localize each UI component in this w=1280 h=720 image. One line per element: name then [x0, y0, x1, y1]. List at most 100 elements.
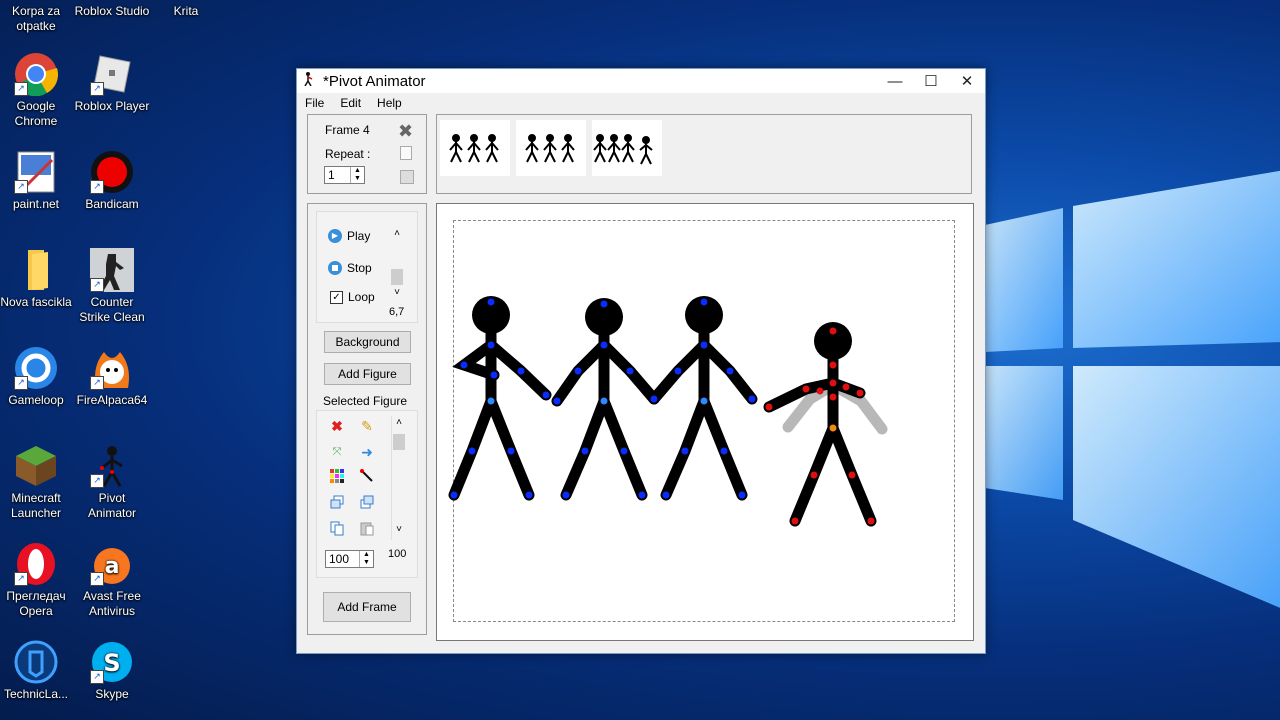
desktop-icon-label: Skype — [95, 687, 129, 701]
selected-figure-label: Selected Figure — [323, 394, 408, 408]
desktop-icon-label: TechnicLa... — [3, 687, 69, 701]
scroll-thumb[interactable] — [391, 269, 403, 285]
technic-icon — [14, 640, 58, 684]
timeline-frame-3[interactable] — [592, 120, 662, 176]
desktop-icon-firealpaca[interactable]: ↗ FireAlpaca64 — [74, 346, 150, 408]
desktop-icon-roblox-player[interactable]: ↗ Roblox Player — [74, 52, 150, 114]
chevron-up-icon[interactable]: ˄ — [389, 227, 405, 241]
desktop-icon-krita[interactable]: Krita — [148, 4, 224, 19]
desktop-icon-recycle-bin[interactable]: Korpa za otpatke — [0, 4, 74, 34]
loop-checkbox[interactable]: ✓ Loop — [330, 290, 375, 304]
window-title: *Pivot Animator — [323, 72, 426, 90]
desktop-icon-pivot[interactable]: ↗ Pivot Animator — [74, 444, 150, 521]
close-button[interactable]: ✕ — [949, 72, 985, 90]
desktop-icon-roblox-studio[interactable]: Roblox Studio — [74, 4, 150, 19]
timeline-frame-1[interactable] — [440, 120, 510, 176]
center-figure-icon[interactable]: ⤧ — [327, 442, 347, 462]
desktop-icon-label: Counter Strike Clean — [79, 295, 145, 324]
stop-label: Stop — [347, 261, 372, 275]
title-bar[interactable]: *Pivot Animator — ☐ ✕ — [297, 69, 985, 93]
desktop-icon-label: Pivot Animator — [87, 491, 137, 520]
pivot-app-icon — [303, 72, 317, 90]
background-button[interactable]: Background — [324, 331, 411, 353]
desktop-icon-label: Nova fascikla — [0, 295, 72, 309]
chevron-down-icon[interactable]: ˅ — [392, 524, 406, 535]
desktop-icon-label: Korpa za otpatke — [11, 4, 61, 33]
timeline-frame-2[interactable] — [516, 120, 586, 176]
delete-figure-icon[interactable]: ✖ — [327, 416, 347, 436]
scale-value: 100 — [329, 552, 350, 566]
frame-label: Frame 4 — [325, 123, 370, 137]
avast-icon: a ↗ — [90, 542, 134, 586]
flip-figure-icon[interactable]: ➜ — [357, 442, 377, 462]
paintnet-icon: ↗ — [14, 150, 58, 194]
stop-button[interactable]: Stop — [328, 261, 372, 275]
paste-figure-icon[interactable] — [357, 520, 377, 540]
desktop-icon-skype[interactable]: S ↗ Skype — [74, 640, 150, 702]
stage-figures[interactable] — [436, 203, 972, 639]
desktop-icon-label: Roblox Studio — [74, 4, 150, 18]
frame-thumbnail — [449, 134, 499, 163]
desktop-icon-chrome[interactable]: ↗ Google Chrome — [0, 52, 74, 129]
desktop-icon-folder[interactable]: Nova fascikla — [0, 248, 74, 310]
repeat-value: 1 — [328, 168, 335, 182]
skype-icon: S ↗ — [90, 640, 134, 684]
desktop-icon-label: Krita — [173, 4, 199, 18]
add-frame-button[interactable]: Add Frame — [323, 592, 411, 622]
desktop-icon-paintnet[interactable]: ↗ paint.net — [0, 150, 74, 212]
desktop-icon-label: Bandicam — [85, 197, 139, 211]
chevron-down-icon[interactable]: ˅ — [389, 287, 405, 298]
spinner-arrows-icon[interactable]: ▲ ▼ — [359, 551, 373, 567]
desktop-icon-label: paint.net — [12, 197, 60, 211]
scroll-thumb[interactable] — [393, 434, 405, 450]
desktop-icon-technic[interactable]: TechnicLa... — [0, 640, 74, 702]
bandicam-icon: ↗ — [90, 150, 134, 194]
frame-thumbnail — [525, 134, 575, 163]
gameloop-icon: ↗ — [14, 346, 58, 390]
desktop-icon-opera[interactable]: ↗ Прегледач Opera — [0, 542, 74, 619]
opera-icon: ↗ — [14, 542, 58, 586]
menu-edit[interactable]: Edit — [340, 96, 361, 110]
maximize-button[interactable]: ☐ — [913, 72, 949, 90]
desktop-icon-label: Gameloop — [8, 393, 64, 407]
repeat-spinner[interactable]: 1 ▲ ▼ — [324, 166, 365, 184]
menu-file[interactable]: File — [305, 96, 324, 110]
desktop-icon-label: Roblox Player — [74, 99, 150, 113]
send-back-icon[interactable] — [357, 494, 377, 514]
desktop-icon-counter-strike[interactable]: ↗ Counter Strike Clean — [74, 248, 150, 325]
add-figure-button[interactable]: Add Figure — [324, 363, 411, 385]
desktop-icon-minecraft[interactable]: Minecraft Launcher — [0, 444, 74, 521]
bring-front-icon[interactable] — [327, 494, 347, 514]
repeat-label: Repeat : — [325, 147, 371, 161]
desktop-icon-label: Google Chrome — [14, 99, 58, 128]
desktop-icon-bandicam[interactable]: ↗ Bandicam — [74, 150, 150, 212]
spinner-arrows-icon[interactable]: ▲ ▼ — [350, 167, 364, 183]
svg-text:S: S — [103, 649, 120, 677]
desktop-icon-avast[interactable]: a ↗ Avast Free Antivirus — [74, 542, 150, 619]
edit-figure-pencil-icon[interactable]: ✎ — [357, 416, 377, 436]
speed-scrollbar[interactable]: ˄ ˅ — [389, 227, 405, 303]
desktop-icon-label: FireAlpaca64 — [76, 393, 148, 407]
figure-scrollbar[interactable]: ˄ ˅ — [391, 416, 406, 540]
chevron-up-icon[interactable]: ˄ — [392, 416, 406, 430]
svg-text:a: a — [105, 554, 120, 579]
paste-frame-icon[interactable] — [400, 170, 414, 184]
scale-spinner[interactable]: 100 ▲ ▼ — [325, 550, 374, 568]
counter-strike-icon: ↗ — [90, 248, 134, 292]
delete-frame-icon[interactable]: ✖ — [398, 122, 413, 140]
play-icon: ▶ — [328, 229, 342, 243]
minimize-button[interactable]: — — [877, 73, 913, 90]
copy-figure-icon[interactable] — [327, 520, 347, 540]
play-button[interactable]: ▶ Play — [328, 229, 370, 243]
frame-thumbnail — [593, 134, 653, 165]
color-figure-icon[interactable] — [327, 468, 347, 488]
copy-frame-icon[interactable] — [400, 146, 412, 160]
frame-panel: Frame 4 Repeat : 1 ▲ ▼ ✖ — [307, 114, 427, 194]
pivot-joint-icon[interactable] — [357, 468, 377, 488]
minecraft-icon — [14, 444, 58, 488]
folder-icon — [14, 248, 58, 292]
menu-help[interactable]: Help — [377, 96, 402, 110]
desktop-icon-label: Minecraft Launcher — [10, 491, 62, 520]
firealpaca-icon: ↗ — [90, 346, 134, 390]
desktop-icon-gameloop[interactable]: ↗ Gameloop — [0, 346, 74, 408]
